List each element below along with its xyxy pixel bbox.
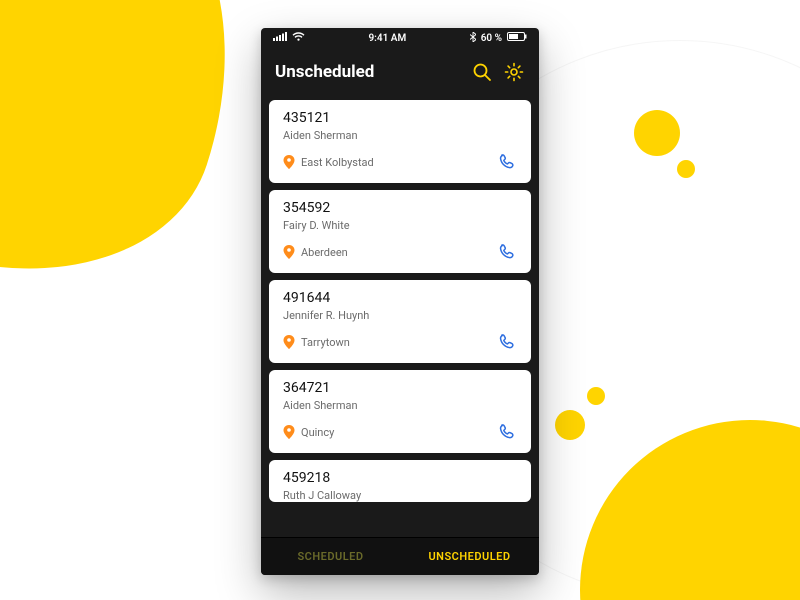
search-icon[interactable] <box>471 61 493 83</box>
job-list[interactable]: 435121 Aiden Sherman East Kolbystad 3545… <box>261 96 539 537</box>
location-pin-icon <box>283 335 295 349</box>
location-text: Aberdeen <box>301 246 348 259</box>
job-id: 364721 <box>283 380 517 396</box>
tab-unscheduled[interactable]: UNSCHEDULED <box>400 538 539 575</box>
gear-icon[interactable] <box>503 61 525 83</box>
customer-name: Fairy D. White <box>283 219 517 232</box>
bluetooth-icon <box>470 32 476 45</box>
wifi-icon <box>292 32 305 44</box>
decorative-dot <box>677 160 695 178</box>
call-button[interactable] <box>495 151 517 173</box>
call-button[interactable] <box>495 241 517 263</box>
job-id: 354592 <box>283 200 517 216</box>
battery-percent: 60 % <box>481 33 502 44</box>
location-text: East Kolbystad <box>301 156 374 169</box>
job-id: 491644 <box>283 290 517 306</box>
tab-scheduled[interactable]: SCHEDULED <box>261 538 400 575</box>
call-button[interactable] <box>495 421 517 443</box>
signal-icon <box>273 32 287 44</box>
location-pin-icon <box>283 245 295 259</box>
app-header: Unscheduled <box>261 48 539 96</box>
list-item[interactable]: 354592 Fairy D. White Aberdeen <box>269 190 531 273</box>
list-item[interactable]: 491644 Jennifer R. Huynh Tarrytown <box>269 280 531 363</box>
customer-name: Ruth J Calloway <box>283 489 517 502</box>
battery-icon <box>507 32 527 44</box>
job-id: 459218 <box>283 470 517 486</box>
decorative-dot <box>634 110 680 156</box>
phone-mockup: 9:41 AM 60 % Unscheduled 435121 Aiden Sh… <box>261 28 539 575</box>
location-text: Quincy <box>301 426 334 439</box>
decorative-blob-bottom-right <box>580 420 800 600</box>
decorative-blob-top-left <box>0 0 285 325</box>
call-button[interactable] <box>495 331 517 353</box>
job-id: 435121 <box>283 110 517 126</box>
page-title: Unscheduled <box>275 62 461 82</box>
decorative-dot <box>587 387 605 405</box>
customer-name: Aiden Sherman <box>283 399 517 412</box>
list-item[interactable]: 435121 Aiden Sherman East Kolbystad <box>269 100 531 183</box>
decorative-dot <box>555 410 585 440</box>
location-pin-icon <box>283 155 295 169</box>
status-time: 9:41 AM <box>305 33 470 44</box>
location-text: Tarrytown <box>301 336 350 349</box>
location-pin-icon <box>283 425 295 439</box>
status-bar: 9:41 AM 60 % <box>261 28 539 48</box>
bottom-tabs: SCHEDULED UNSCHEDULED <box>261 537 539 575</box>
customer-name: Jennifer R. Huynh <box>283 309 517 322</box>
list-item[interactable]: 364721 Aiden Sherman Quincy <box>269 370 531 453</box>
list-item[interactable]: 459218 Ruth J Calloway <box>269 460 531 502</box>
customer-name: Aiden Sherman <box>283 129 517 142</box>
